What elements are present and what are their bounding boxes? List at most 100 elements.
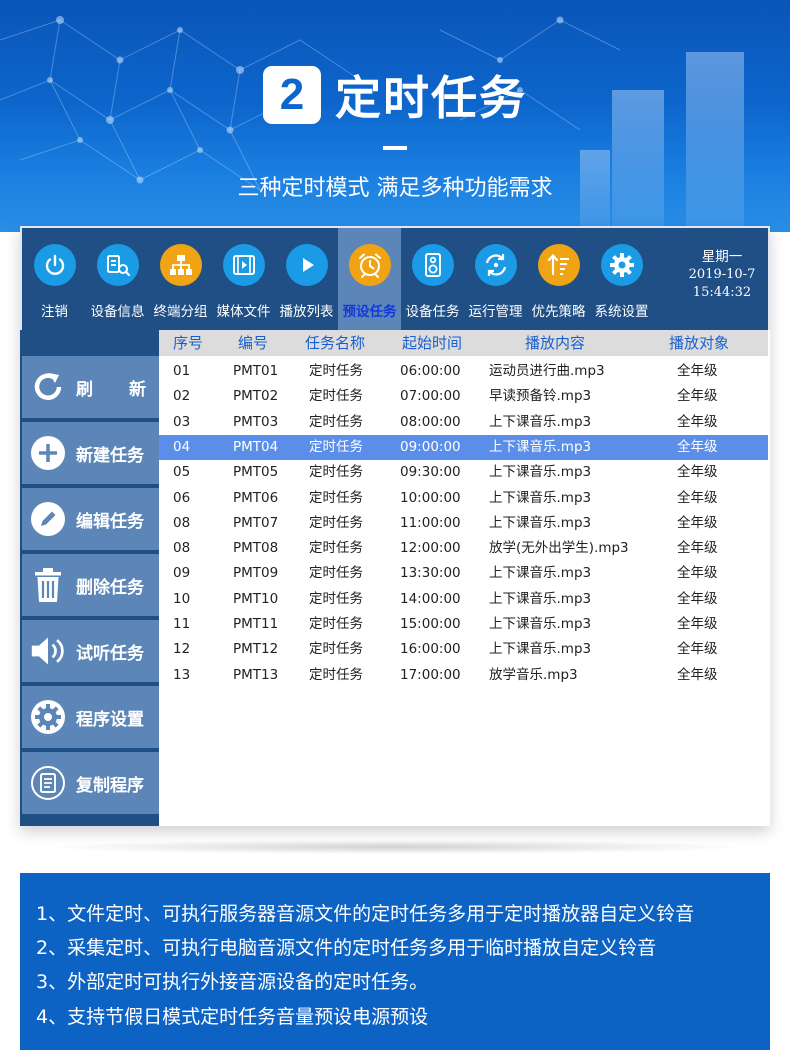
table-cell: 全年级 bbox=[677, 641, 718, 658]
table-row[interactable]: 11 PMT11 定时任务 15:00:00 上下课音乐.mp3 全年级 bbox=[159, 612, 768, 637]
toolbar-item-run-management[interactable]: 运行管理 bbox=[464, 228, 527, 330]
table-row[interactable]: 06 PMT06 定时任务 10:00:00 上下课音乐.mp3 全年级 bbox=[159, 486, 768, 511]
table-cell: PMT01 bbox=[233, 363, 279, 379]
toolbar-item-device-task[interactable]: 设备任务 bbox=[401, 228, 464, 330]
table-cell: 全年级 bbox=[677, 363, 718, 379]
table-cell: 09 bbox=[173, 565, 191, 582]
gear-icon bbox=[600, 244, 643, 286]
table-cell: 07:00:00 bbox=[400, 388, 461, 405]
table-row[interactable]: 05 PMT05 定时任务 09:30:00 上下课音乐.mp3 全年级 bbox=[159, 460, 768, 485]
table-cell: PMT13 bbox=[233, 666, 279, 683]
page-subtitle: 三种定时模式 满足多种功能需求 bbox=[237, 176, 553, 201]
table-cell: PMT10 bbox=[233, 590, 279, 607]
app-window: 注销 设备信息 终端分组 媒体文件 播放列表 预设任务 设备任务 运行管理 优先… bbox=[20, 226, 770, 826]
preview-task-button[interactable]: 试听任务 bbox=[22, 620, 159, 682]
table-cell: 上下课音乐.mp3 bbox=[489, 489, 592, 506]
table-cell: 定时任务 bbox=[309, 388, 363, 405]
program-settings-button[interactable]: 程序设置 bbox=[22, 686, 159, 748]
table-cell: 04 bbox=[173, 438, 191, 455]
table-row[interactable]: 08 PMT08 定时任务 12:00:00 放学(无外出学生).mp3 全年级 bbox=[159, 536, 768, 561]
feature-item: 4、支持节假日模式定时任务音量预设电源预设 bbox=[36, 1006, 429, 1028]
table-cell: PMT02 bbox=[233, 388, 279, 405]
table-cell: 运动员进行曲.mp3 bbox=[489, 363, 605, 379]
toolbar-item-priority-policy[interactable]: 优先策略 bbox=[527, 228, 590, 330]
table-cell: 08:00:00 bbox=[400, 413, 461, 430]
table-cell: 上下课音乐.mp3 bbox=[489, 413, 592, 430]
table-cell: 全年级 bbox=[677, 666, 718, 683]
table-row[interactable]: 04 PMT04 定时任务 09:00:00 上下课音乐.mp3 全年级 bbox=[159, 434, 768, 460]
table-row[interactable]: 10 PMT10 定时任务 14:00:00 上下课音乐.mp3 全年级 bbox=[159, 587, 768, 612]
edit-task-button[interactable]: 编辑任务 bbox=[22, 488, 159, 550]
speaker-icon bbox=[411, 244, 454, 286]
toolbar-item-label: 媒体文件 bbox=[216, 304, 271, 320]
table-row[interactable]: 12 PMT12 定时任务 16:00:00 上下课音乐.mp3 全年级 bbox=[159, 637, 768, 662]
toolbar-item-logout[interactable]: 注销 bbox=[23, 228, 86, 330]
toolbar-item-playlist[interactable]: 播放列表 bbox=[275, 228, 338, 330]
refresh-button[interactable]: 刷新 bbox=[22, 356, 159, 418]
toolbar-item-preset-task[interactable]: 预设任务 bbox=[338, 228, 401, 330]
toolbar-item-terminal-group[interactable]: 终端分组 bbox=[149, 228, 212, 330]
table-cell: 定时任务 bbox=[309, 413, 363, 430]
toolbar-item-device-info[interactable]: 设备信息 bbox=[86, 228, 149, 330]
feature-list: 1、文件定时、可执行服务器音源文件的定时任务多用于定时播放器自定义铃音 2、采集… bbox=[20, 873, 770, 1050]
pencil-icon bbox=[30, 501, 66, 537]
table-cell: 06:00:00 bbox=[400, 363, 461, 379]
table-row[interactable]: 03 PMT03 定时任务 08:00:00 上下课音乐.mp3 全年级 bbox=[159, 410, 768, 435]
new-task-button[interactable]: 新建任务 bbox=[22, 422, 159, 484]
sidebar-button-label: 删除任务 bbox=[76, 577, 144, 598]
column-header[interactable]: 任务名称 bbox=[305, 330, 365, 356]
feature-item: 3、外部定时可执行外接音源设备的定时任务。 bbox=[36, 971, 429, 993]
sidebar-button-label: 程序设置 bbox=[76, 709, 144, 730]
table-cell: 全年级 bbox=[677, 565, 718, 582]
table-cell: 全年级 bbox=[677, 616, 718, 632]
table-row[interactable]: 13 PMT13 定时任务 17:00:00 放学音乐.mp3 全年级 bbox=[159, 663, 768, 688]
table-row[interactable]: 08 PMT07 定时任务 11:00:00 上下课音乐.mp3 全年级 bbox=[159, 511, 768, 536]
group-tree-icon bbox=[159, 244, 202, 286]
table-row[interactable]: 01 PMT01 定时任务 06:00:00 运动员进行曲.mp3 全年级 bbox=[159, 359, 768, 384]
trash-icon bbox=[30, 567, 66, 603]
sidebar: 刷新 新建任务 编辑任务 删除任务 试听任务 程序设置 复制程序 bbox=[20, 330, 159, 826]
table-cell: 上下课音乐.mp3 bbox=[489, 590, 592, 607]
volume-icon bbox=[30, 633, 66, 669]
column-header[interactable]: 编号 bbox=[238, 330, 268, 356]
table-cell: 定时任务 bbox=[309, 514, 363, 531]
table-cell: 定时任务 bbox=[309, 489, 363, 506]
clock-weekday: 星期一 bbox=[701, 249, 743, 265]
table-cell: 全年级 bbox=[677, 590, 718, 607]
table-row[interactable]: 09 PMT09 定时任务 13:30:00 上下课音乐.mp3 全年级 bbox=[159, 561, 768, 586]
table-cell: PMT07 bbox=[233, 514, 279, 531]
table-row[interactable]: 02 PMT02 定时任务 07:00:00 早读预备铃.mp3 全年级 bbox=[159, 384, 768, 409]
toolbar-item-label: 终端分组 bbox=[153, 304, 208, 320]
refresh-icon bbox=[30, 369, 66, 405]
section-number-badge: 2 bbox=[263, 66, 321, 124]
toolbar-item-label: 注销 bbox=[41, 304, 68, 320]
table-cell: 13 bbox=[173, 666, 191, 683]
table-cell: 上下课音乐.mp3 bbox=[489, 616, 592, 632]
table-cell: 12:00:00 bbox=[400, 540, 461, 557]
table-cell: 全年级 bbox=[677, 388, 718, 405]
table-cell: 全年级 bbox=[677, 413, 718, 430]
table-cell: 09:00:00 bbox=[400, 438, 461, 455]
table-cell: 定时任务 bbox=[309, 464, 363, 481]
toolbar-item-label: 预设任务 bbox=[342, 304, 397, 320]
column-header[interactable]: 起始时间 bbox=[402, 330, 462, 356]
table-cell: 定时任务 bbox=[309, 590, 363, 607]
toolbar-item-label: 设备信息 bbox=[90, 304, 145, 320]
clock-time: 15:44:32 bbox=[692, 285, 752, 300]
table-cell: PMT04 bbox=[233, 438, 279, 455]
delete-task-button[interactable]: 删除任务 bbox=[22, 554, 159, 616]
column-header[interactable]: 序号 bbox=[173, 330, 203, 356]
column-header[interactable]: 播放对象 bbox=[669, 330, 729, 356]
table-cell: 02 bbox=[173, 388, 191, 405]
table-cell: 定时任务 bbox=[309, 616, 363, 632]
power-icon bbox=[33, 244, 76, 286]
column-header[interactable]: 播放内容 bbox=[525, 330, 585, 356]
refresh-cycle-icon bbox=[474, 244, 517, 286]
task-table: 序号 编号 任务名称 起始时间 播放内容 播放对象 01 PMT01 定时任务 06:… bbox=[159, 330, 768, 824]
toolbar-item-system-settings[interactable]: 系统设置 bbox=[590, 228, 653, 330]
toolbar-item-label: 优先策略 bbox=[531, 304, 586, 320]
feature-item: 1、文件定时、可执行服务器音源文件的定时任务多用于定时播放器自定义铃音 bbox=[36, 903, 695, 925]
table-cell: 11:00:00 bbox=[400, 514, 461, 531]
copy-program-button[interactable]: 复制程序 bbox=[22, 752, 159, 814]
toolbar-item-media-files[interactable]: 媒体文件 bbox=[212, 228, 275, 330]
